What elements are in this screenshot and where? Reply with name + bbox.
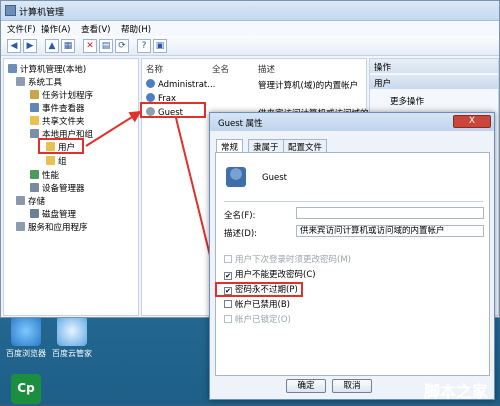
highlight-account-disabled: [215, 282, 303, 297]
watermark-brand: 脚本之家: [424, 382, 489, 401]
description-field[interactable]: 供来宾访问计算机或访问域的内置帐户: [296, 225, 484, 237]
account-locked-checkbox[interactable]: 帐户已锁定(O): [224, 313, 291, 325]
tab-profile[interactable]: 配置文件: [283, 139, 328, 153]
checkbox-box: [224, 300, 232, 308]
account-disabled-checkbox[interactable]: 帐户已禁用(B): [224, 298, 290, 310]
dialog-title-bar[interactable]: Guest 属性 X: [210, 113, 494, 131]
guest-properties-dialog: Guest 属性 X 常规 隶属于 配置文件 Guest 全名(F): 描述(D…: [209, 112, 495, 400]
separator: [224, 201, 483, 202]
description-label: 描述(D):: [224, 229, 258, 239]
checkbox-box: [224, 255, 232, 263]
general-panel: Guest 全名(F): 描述(D): 供来宾访问计算机或访问域的内置帐户 用户…: [215, 152, 490, 376]
checkbox-label: 用户不能更改密码(C): [235, 270, 316, 280]
checkbox-label: 用户下次登录时须更改密码(M): [235, 255, 351, 265]
user-avatar-icon: [226, 167, 246, 187]
dialog-title: Guest 属性: [218, 119, 263, 129]
checkbox-label: 帐户已锁定(O): [235, 315, 291, 325]
watermark-site: jb51.net: [440, 364, 487, 375]
checkbox-label: 帐户已禁用(B): [235, 300, 290, 310]
tab-general[interactable]: 常规: [216, 139, 244, 153]
fullname-field[interactable]: [296, 207, 484, 219]
arrow-users-to-guest: [85, 110, 142, 147]
cannot-change-password-checkbox[interactable]: ✔ 用户不能更改密码(C): [224, 268, 316, 280]
close-button[interactable]: X: [453, 115, 491, 128]
username-label: Guest: [262, 173, 287, 183]
ok-button[interactable]: 确定: [286, 379, 326, 393]
checkbox-box: [224, 315, 232, 323]
check-icon: ✔: [224, 272, 232, 280]
fullname-label: 全名(F):: [224, 211, 256, 221]
cancel-button[interactable]: 取消: [332, 379, 372, 393]
must-change-password-checkbox[interactable]: 用户下次登录时须更改密码(M): [224, 253, 351, 265]
tab-member-of[interactable]: 隶属于: [248, 139, 284, 153]
